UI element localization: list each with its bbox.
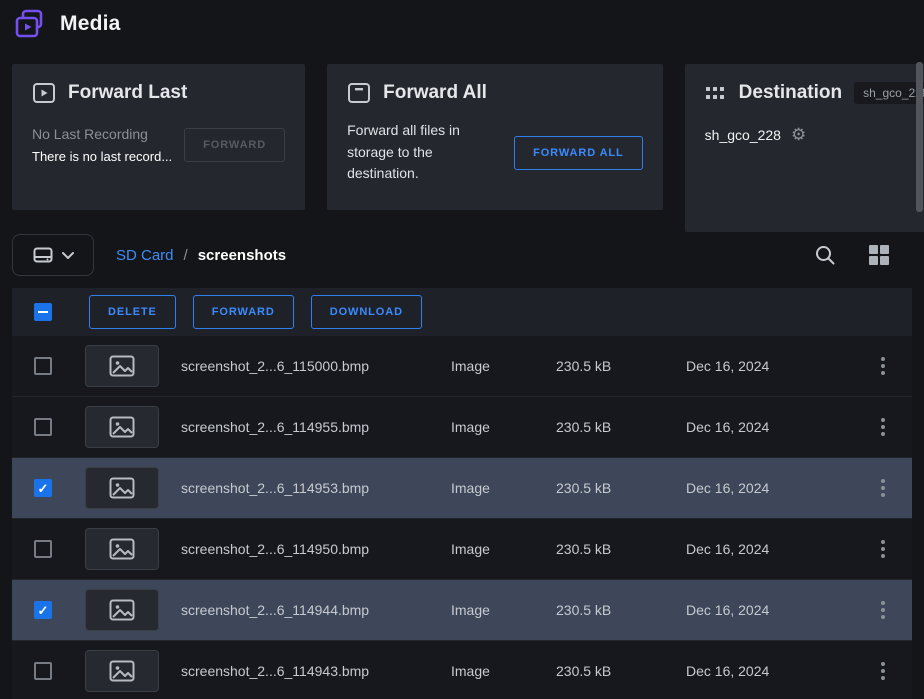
row-type: Image — [451, 541, 556, 557]
card-title: Forward Last — [68, 82, 187, 104]
forward-button[interactable]: FORWARD — [184, 128, 285, 162]
forward-selected-button[interactable]: FORWARD — [193, 295, 294, 329]
destination-card: Destination sh_gco_228 sh_gco_228 ⚙ — [685, 64, 924, 232]
row-filename: screenshot_2...6_114944.bmp — [181, 602, 451, 618]
file-table: DELETE FORWARD DOWNLOAD screenshot_2...6… — [12, 288, 912, 699]
table-row[interactable]: screenshot_2...6_114943.bmp Image 230.5 … — [12, 641, 912, 699]
row-menu-kebab-icon[interactable] — [868, 357, 898, 375]
breadcrumb-sd-card[interactable]: SD Card — [116, 247, 174, 264]
destination-badge: sh_gco_228 — [854, 82, 924, 104]
no-last-record-description: There is no last record... — [32, 149, 172, 164]
row-filename: screenshot_2...6_114955.bmp — [181, 419, 451, 435]
row-type: Image — [451, 602, 556, 618]
storage-drive-icon — [33, 247, 53, 263]
row-checkbox[interactable] — [34, 479, 52, 497]
select-all-checkbox[interactable] — [34, 303, 52, 321]
image-icon — [109, 538, 135, 560]
breadcrumb: SD Card / screenshots — [116, 247, 286, 264]
table-row[interactable]: screenshot_2...6_114950.bmp Image 230.5 … — [12, 519, 912, 580]
image-icon — [109, 477, 135, 499]
file-thumbnail — [85, 406, 159, 448]
file-thumbnail — [85, 650, 159, 692]
delete-button[interactable]: DELETE — [89, 295, 176, 329]
summary-cards: Forward Last No Last Recording There is … — [0, 48, 924, 232]
row-checkbox[interactable] — [34, 540, 52, 558]
destination-value: sh_gco_228 — [705, 127, 781, 143]
play-box-icon — [32, 82, 56, 104]
no-last-recording-status: No Last Recording — [32, 126, 172, 142]
row-date: Dec 16, 2024 — [686, 480, 868, 496]
row-menu-kebab-icon[interactable] — [868, 662, 898, 680]
media-page: Media Forward Last No Last Recording The… — [0, 0, 924, 699]
image-icon — [109, 416, 135, 438]
file-thumbnail — [85, 467, 159, 509]
row-size: 230.5 kB — [556, 358, 686, 374]
row-checkbox[interactable] — [34, 357, 52, 375]
row-filename: screenshot_2...6_114943.bmp — [181, 663, 451, 679]
row-size: 230.5 kB — [556, 541, 686, 557]
image-icon — [109, 599, 135, 621]
file-thumbnail — [85, 345, 159, 387]
grid-view-icon — [868, 244, 890, 266]
file-list: screenshot_2...6_115000.bmp Image 230.5 … — [12, 336, 912, 699]
card-title: Forward All — [383, 82, 487, 104]
file-thumbnail — [85, 589, 159, 631]
row-menu-kebab-icon[interactable] — [868, 418, 898, 436]
row-menu-kebab-icon[interactable] — [868, 540, 898, 558]
row-filename: screenshot_2...6_114953.bmp — [181, 480, 451, 496]
table-row[interactable]: screenshot_2...6_115000.bmp Image 230.5 … — [12, 336, 912, 397]
breadcrumb-separator: / — [184, 247, 188, 264]
bulk-actions-row: DELETE FORWARD DOWNLOAD — [12, 288, 912, 336]
row-size: 230.5 kB — [556, 480, 686, 496]
media-logo-icon — [14, 9, 46, 39]
page-scrollbar[interactable] — [916, 62, 923, 212]
row-checkbox[interactable] — [34, 418, 52, 436]
forward-all-button[interactable]: FORWARD ALL — [514, 136, 643, 170]
forward-all-card: Forward All Forward all files in storage… — [327, 64, 663, 210]
image-icon — [109, 355, 135, 377]
storage-selector-button[interactable] — [12, 234, 94, 276]
card-title: Destination — [739, 82, 842, 104]
row-menu-kebab-icon[interactable] — [868, 479, 898, 497]
file-toolbar: SD Card / screenshots — [12, 234, 912, 276]
destination-grid-icon — [705, 85, 727, 101]
row-date: Dec 16, 2024 — [686, 663, 868, 679]
file-thumbnail — [85, 528, 159, 570]
row-filename: screenshot_2...6_115000.bmp — [181, 358, 451, 374]
row-size: 230.5 kB — [556, 663, 686, 679]
page-title: Media — [60, 12, 121, 36]
table-row[interactable]: screenshot_2...6_114953.bmp Image 230.5 … — [12, 458, 912, 519]
row-type: Image — [451, 480, 556, 496]
search-icon — [814, 244, 836, 266]
row-date: Dec 16, 2024 — [686, 358, 868, 374]
forward-file-icon — [347, 82, 371, 104]
row-type: Image — [451, 419, 556, 435]
row-type: Image — [451, 663, 556, 679]
row-size: 230.5 kB — [556, 602, 686, 618]
table-row[interactable]: screenshot_2...6_114944.bmp Image 230.5 … — [12, 580, 912, 641]
row-type: Image — [451, 358, 556, 374]
row-size: 230.5 kB — [556, 419, 686, 435]
row-date: Dec 16, 2024 — [686, 602, 868, 618]
row-filename: screenshot_2...6_114950.bmp — [181, 541, 451, 557]
search-button[interactable] — [814, 244, 836, 266]
forward-last-card: Forward Last No Last Recording There is … — [12, 64, 305, 210]
grid-view-button[interactable] — [868, 244, 890, 266]
forward-all-description: Forward all files in storage to the dest… — [347, 120, 502, 185]
row-date: Dec 16, 2024 — [686, 541, 868, 557]
gear-icon[interactable]: ⚙ — [791, 126, 806, 143]
row-checkbox[interactable] — [34, 601, 52, 619]
row-checkbox[interactable] — [34, 662, 52, 680]
image-icon — [109, 660, 135, 682]
row-date: Dec 16, 2024 — [686, 419, 868, 435]
row-menu-kebab-icon[interactable] — [868, 601, 898, 619]
download-button[interactable]: DOWNLOAD — [311, 295, 422, 329]
breadcrumb-current-folder: screenshots — [198, 247, 286, 264]
table-row[interactable]: screenshot_2...6_114955.bmp Image 230.5 … — [12, 397, 912, 458]
chevron-down-icon — [62, 252, 74, 259]
page-header: Media — [0, 0, 924, 48]
